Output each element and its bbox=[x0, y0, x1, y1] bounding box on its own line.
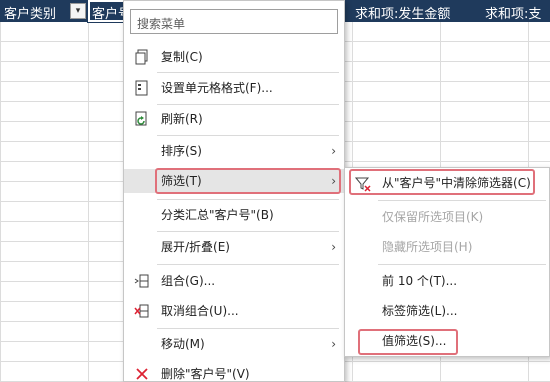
submenu-hide-selected: 隐藏所选项目(H) bbox=[382, 240, 473, 254]
menu-item-delete[interactable]: 删除"客户号"(V) bbox=[124, 362, 344, 382]
menu-item-subtotal[interactable]: 分类汇总"客户号"(B) bbox=[124, 203, 344, 227]
menu-separator bbox=[157, 72, 339, 73]
filter-dropdown-icon[interactable]: ▾ bbox=[70, 3, 86, 19]
header-sum-amount[interactable]: 求和项:发生金额 bbox=[355, 3, 450, 22]
menu-item-sort[interactable]: 排序(S) › bbox=[124, 139, 344, 163]
menu-separator bbox=[378, 264, 546, 265]
group-icon bbox=[134, 273, 150, 289]
menu-item-copy[interactable]: 复制(C) bbox=[124, 45, 344, 69]
menu-item-refresh[interactable]: 刷新(R) bbox=[124, 107, 344, 131]
copy-icon bbox=[134, 49, 150, 65]
menu-separator bbox=[157, 135, 339, 136]
menu-separator bbox=[157, 104, 339, 105]
submenu-label-filter[interactable]: 标签筛选(L)... bbox=[345, 298, 549, 324]
menu-separator bbox=[157, 231, 339, 232]
format-cells-icon bbox=[134, 80, 150, 96]
chevron-right-icon: › bbox=[331, 144, 336, 158]
menu-item-ungroup[interactable]: 取消组合(U)... bbox=[124, 299, 344, 323]
delete-icon bbox=[134, 366, 150, 382]
chevron-right-icon: › bbox=[331, 337, 336, 351]
menu-separator bbox=[157, 199, 339, 200]
header-sum-other[interactable]: 求和项:支 bbox=[485, 3, 541, 22]
submenu-keep-selected: 仅保留所选项目(K) bbox=[382, 210, 484, 224]
refresh-icon bbox=[134, 111, 150, 127]
menu-item-format-cells[interactable]: 设置单元格格式(F)... bbox=[124, 76, 344, 100]
menu-item-group[interactable]: 组合(G)... bbox=[124, 269, 344, 293]
header-customer-category[interactable]: 客户类别 bbox=[4, 3, 56, 22]
search-menu-input[interactable]: 搜索菜单 bbox=[130, 9, 338, 34]
value-filter-highlight-box bbox=[358, 329, 458, 355]
menu-item-expand-collapse[interactable]: 展开/折叠(E) › bbox=[124, 235, 344, 259]
submenu-top-10[interactable]: 前 10 个(T)... bbox=[345, 268, 549, 294]
ungroup-icon bbox=[134, 303, 150, 319]
chevron-right-icon: › bbox=[331, 240, 336, 254]
filter-highlight-box bbox=[155, 168, 341, 194]
menu-separator bbox=[157, 328, 339, 329]
clear-filter-highlight-box bbox=[349, 169, 535, 195]
menu-item-move[interactable]: 移动(M) › bbox=[124, 332, 344, 356]
menu-separator bbox=[378, 200, 546, 201]
menu-separator bbox=[157, 264, 339, 265]
